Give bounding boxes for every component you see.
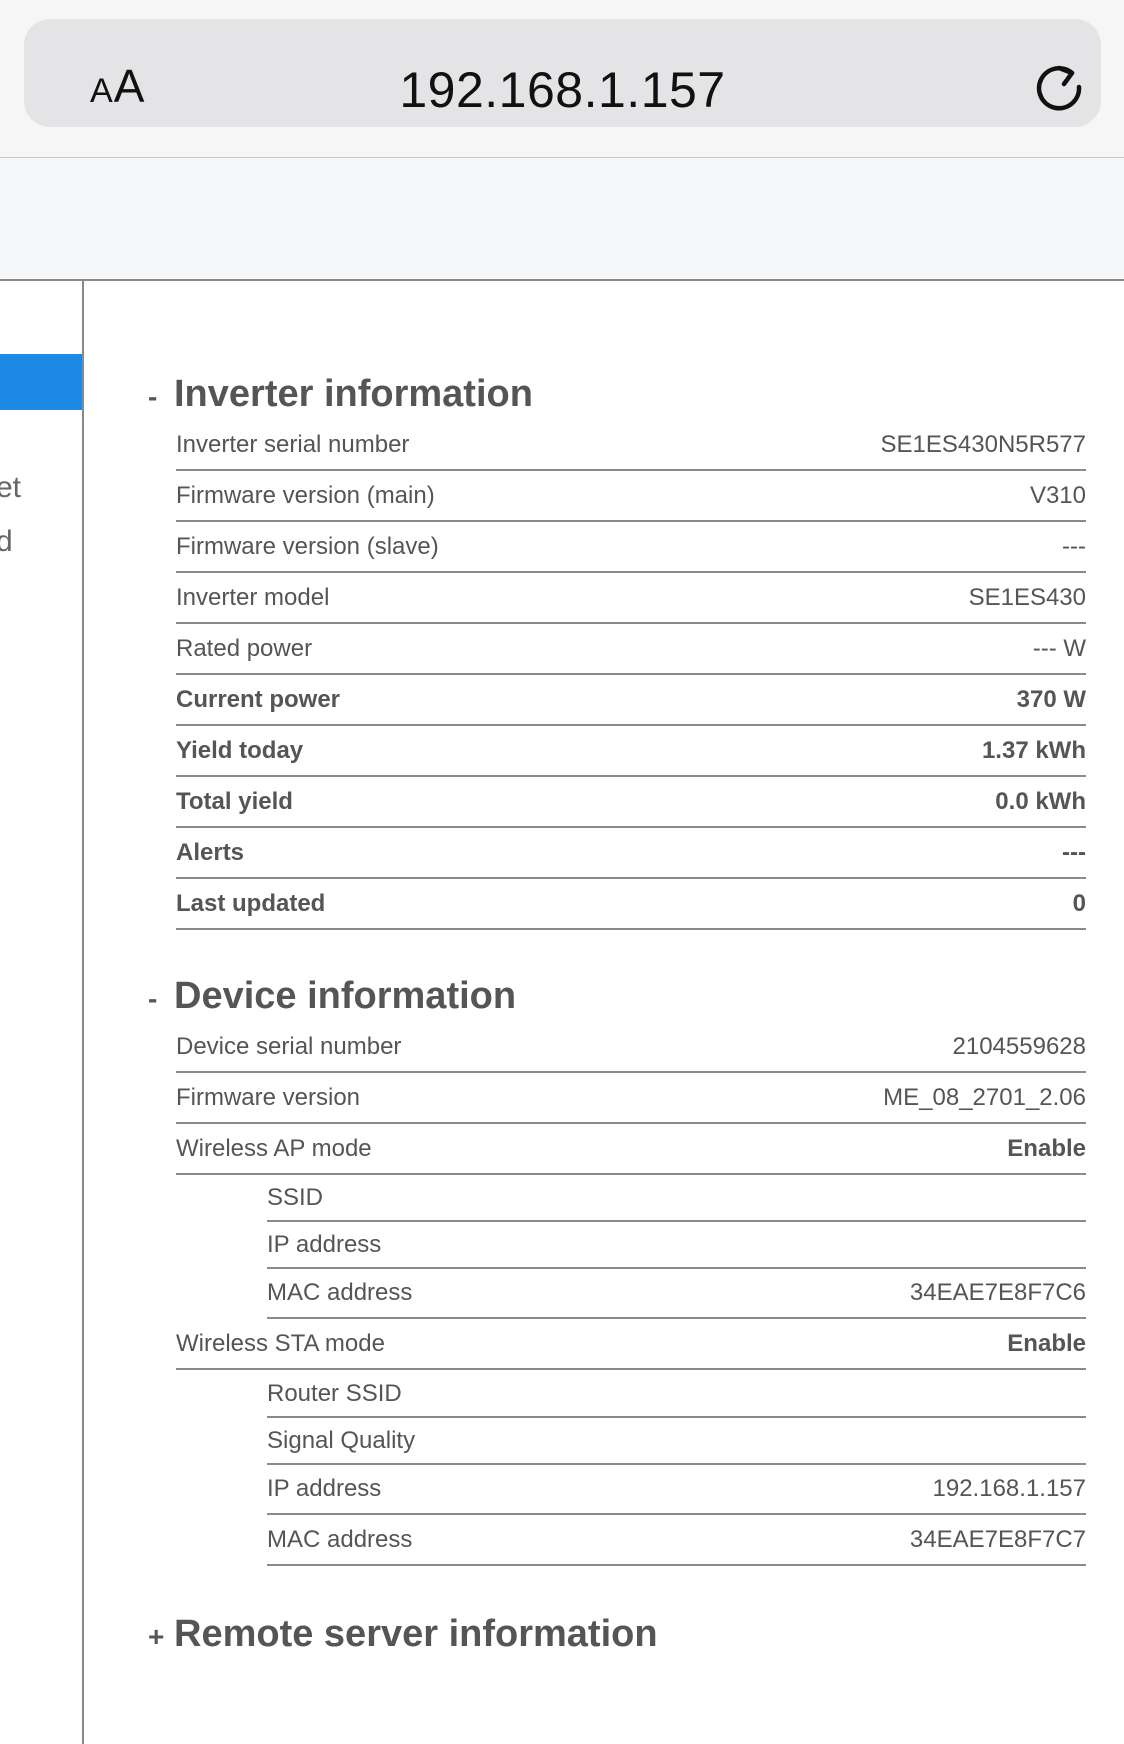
row-value: 0.0 kWh xyxy=(995,788,1086,815)
row-label: SSID xyxy=(267,1183,324,1211)
row-value: --- W xyxy=(1032,635,1086,662)
row-label: Wireless STA mode xyxy=(176,1330,385,1357)
row-value: 34EAE7E8F7C6 xyxy=(909,1279,1086,1306)
collapse-toggle[interactable]: - xyxy=(148,983,172,1015)
row-label: IP address xyxy=(267,1230,382,1258)
table-row: Alerts --- xyxy=(176,829,1086,879)
reload-icon[interactable] xyxy=(1032,59,1088,115)
table-row: Current power 370 W xyxy=(176,676,1086,726)
page-header xyxy=(0,158,1124,281)
table-row: Rated power --- W xyxy=(176,625,1086,675)
table-row: Wireless STA mode Enable xyxy=(176,1320,1086,1370)
sidebar: et d xyxy=(0,281,84,1744)
row-label: Firmware version (slave) xyxy=(176,533,439,560)
table-row: Inverter serial number SE1ES430N5R577 xyxy=(176,421,1086,471)
main-content: - Inverter information Inverter serial n… xyxy=(86,283,1124,1744)
expand-toggle[interactable]: + xyxy=(148,1621,172,1653)
table-row: MAC address 34EAE7E8F7C6 xyxy=(267,1269,1086,1319)
row-label: MAC address xyxy=(267,1526,413,1553)
url-text[interactable]: 192.168.1.157 xyxy=(24,61,1101,119)
row-value: 370 W xyxy=(1016,686,1086,713)
row-label: Signal Quality xyxy=(267,1426,416,1454)
section-title: Inverter information xyxy=(174,373,533,415)
table-row: Router SSID xyxy=(267,1371,1086,1418)
row-value: ME_08_2701_2.06 xyxy=(883,1084,1086,1111)
table-row: Wireless AP mode Enable xyxy=(176,1125,1086,1175)
row-value: 2104559628 xyxy=(952,1033,1086,1060)
table-row: Firmware version (main) V310 xyxy=(176,472,1086,522)
sidebar-item-1[interactable]: et xyxy=(0,471,21,505)
section-title: Device information xyxy=(174,975,517,1017)
browser-toolbar: A A 192.168.1.157 xyxy=(0,0,1124,158)
row-label: Yield today xyxy=(176,737,304,764)
row-value: SE1ES430N5R577 xyxy=(880,431,1086,458)
table-row: SSID xyxy=(267,1175,1086,1222)
table-row: IP address xyxy=(267,1222,1086,1269)
row-label: Device serial number xyxy=(176,1033,402,1060)
row-value: --- xyxy=(1062,839,1086,866)
table-row: Device serial number 2104559628 xyxy=(176,1023,1086,1073)
table-row: MAC address 34EAE7E8F7C7 xyxy=(267,1516,1086,1566)
row-label: Rated power xyxy=(176,635,313,662)
sidebar-item-active[interactable] xyxy=(0,354,82,410)
row-label: Router SSID xyxy=(267,1379,402,1407)
row-label: Last updated xyxy=(176,890,326,917)
row-label: MAC address xyxy=(267,1279,413,1306)
table-row: IP address 192.168.1.157 xyxy=(267,1465,1086,1515)
row-label: Firmware version xyxy=(176,1084,361,1111)
inverter-section-header[interactable]: - Inverter information xyxy=(148,373,533,416)
table-row: Last updated 0 xyxy=(176,880,1086,930)
row-value: 34EAE7E8F7C7 xyxy=(909,1526,1086,1553)
device-section-header[interactable]: - Device information xyxy=(148,975,516,1018)
row-label: Inverter serial number xyxy=(176,431,410,458)
remote-section-header[interactable]: + Remote server information xyxy=(148,1613,658,1656)
row-label: Inverter model xyxy=(176,584,330,611)
row-value: 0 xyxy=(1072,890,1086,917)
row-value: Enable xyxy=(1007,1330,1086,1357)
row-label: Alerts xyxy=(176,839,245,866)
row-value: --- xyxy=(1062,533,1086,560)
sidebar-item-2[interactable]: d xyxy=(0,525,13,559)
table-row: Total yield 0.0 kWh xyxy=(176,778,1086,828)
row-value: 1.37 kWh xyxy=(981,737,1086,764)
section-title: Remote server information xyxy=(174,1613,658,1655)
row-value: V310 xyxy=(1029,482,1086,509)
table-row: Firmware version ME_08_2701_2.06 xyxy=(176,1074,1086,1124)
table-row: Signal Quality xyxy=(267,1418,1086,1465)
table-row: Inverter model SE1ES430 xyxy=(176,574,1086,624)
address-bar[interactable]: A A 192.168.1.157 xyxy=(24,19,1101,127)
row-label: Wireless AP mode xyxy=(176,1135,372,1162)
row-value: Enable xyxy=(1007,1135,1086,1162)
row-value: SE1ES430 xyxy=(968,584,1086,611)
row-value: 192.168.1.157 xyxy=(932,1475,1086,1502)
row-label: Firmware version (main) xyxy=(176,482,435,509)
row-label: Current power xyxy=(176,686,341,713)
row-label: Total yield xyxy=(176,788,293,815)
row-label: IP address xyxy=(267,1475,382,1502)
table-row: Firmware version (slave) --- xyxy=(176,523,1086,573)
collapse-toggle[interactable]: - xyxy=(148,381,172,413)
table-row: Yield today 1.37 kWh xyxy=(176,727,1086,777)
